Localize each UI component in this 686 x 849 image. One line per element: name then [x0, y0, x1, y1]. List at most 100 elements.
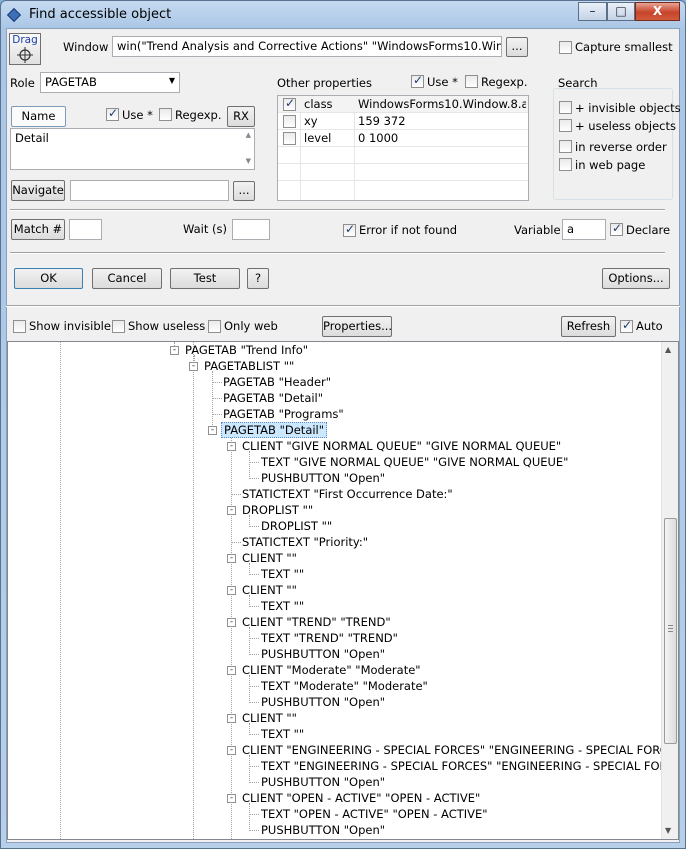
refresh-button[interactable]: Refresh — [561, 316, 616, 337]
name-use-checkbox[interactable] — [106, 106, 119, 121]
collapse-icon[interactable]: - — [227, 442, 236, 451]
capture-smallest-checkbox[interactable] — [559, 41, 572, 54]
show-useless-checkbox[interactable] — [112, 320, 125, 333]
tree-node[interactable]: CLIENT "GIVE NORMAL QUEUE" "GIVE NORMAL … — [242, 438, 561, 454]
tree-node[interactable]: TEXT "" — [261, 726, 304, 742]
properties-grid[interactable]: class WindowsForms10.Window.8.a... xy 15… — [277, 95, 529, 201]
tree-node[interactable]: CLIENT "TREND" "TREND" — [242, 614, 391, 630]
tree-node[interactable]: PUSHBUTTON "Open" — [261, 822, 385, 838]
collapse-icon[interactable]: - — [227, 506, 236, 515]
scrollbar-thumb[interactable] — [664, 518, 677, 744]
search-invisible-checkbox[interactable] — [559, 101, 572, 114]
auto-checkbox[interactable] — [620, 318, 633, 333]
tree-node[interactable]: CLIENT "OPEN - ACTIVE" "OPEN - ACTIVE" — [242, 790, 480, 806]
match-field[interactable] — [69, 219, 102, 240]
tree-branch — [250, 686, 259, 687]
collapse-icon[interactable]: - — [227, 714, 236, 723]
declare-checkbox[interactable] — [610, 221, 623, 236]
collapse-icon[interactable]: - — [208, 426, 217, 435]
tree-node[interactable]: TEXT "" — [261, 598, 304, 614]
navigate-field[interactable] — [70, 180, 229, 201]
window-field[interactable]: win("Trend Analysis and Corrective Actio… — [112, 36, 502, 57]
search-useless-checkbox[interactable] — [559, 119, 572, 132]
window-browse-button[interactable]: ... — [506, 37, 528, 57]
tree-node[interactable]: PUSHBUTTON "Open" — [261, 470, 385, 486]
scroll-down-icon[interactable]: ▼ — [246, 157, 251, 165]
tree-node[interactable]: PAGETAB "Trend Info" — [185, 342, 308, 358]
wait-field[interactable] — [232, 219, 270, 240]
property-row-empty[interactable] — [278, 164, 528, 181]
collapse-icon[interactable]: - — [189, 362, 198, 371]
scroll-up-arrow-icon[interactable]: ▲ — [665, 345, 671, 354]
tree-node[interactable]: PUSHBUTTON "Open" — [261, 646, 385, 662]
properties-button[interactable]: Properties... — [322, 316, 392, 337]
match-button[interactable]: Match # — [11, 219, 65, 240]
tree-node[interactable]: CLIENT "" — [242, 582, 297, 598]
variable-field[interactable]: a — [562, 219, 606, 240]
tree-node[interactable]: CLIENT "ENGINEERING - SPECIAL FORCES" "E… — [242, 742, 678, 758]
options-button[interactable]: Options... — [602, 268, 670, 289]
tree-node[interactable]: TEXT "Moderate" "Moderate" — [261, 678, 428, 694]
property-row[interactable]: class WindowsForms10.Window.8.a... — [278, 96, 528, 113]
tree-node[interactable]: PAGETABLIST "" — [204, 358, 294, 374]
tree-node[interactable]: CLIENT "Moderate" "Moderate" — [242, 662, 421, 678]
tree-node[interactable]: CLIENT "" — [242, 550, 297, 566]
only-web-checkbox[interactable] — [208, 320, 221, 333]
property-row-checkbox[interactable] — [283, 115, 296, 128]
navigate-browse-button[interactable]: ... — [233, 181, 255, 201]
show-invisible-checkbox[interactable] — [13, 320, 26, 333]
ok-button[interactable]: OK — [14, 268, 83, 289]
cancel-button[interactable]: Cancel — [92, 268, 162, 289]
property-row-checkbox[interactable] — [283, 132, 296, 145]
properties-regexp-checkbox[interactable] — [465, 75, 478, 88]
name-button[interactable]: Name — [11, 106, 66, 127]
test-button[interactable]: Test — [170, 268, 240, 289]
tree-node[interactable]: PUSHBUTTON "Open" — [261, 774, 385, 790]
close-button[interactable]: X — [635, 2, 680, 21]
accessible-object-tree[interactable]: - PAGETAB "Trend Info" - PAGETABLIST "" … — [7, 341, 679, 840]
name-regexp-checkbox[interactable] — [159, 108, 172, 121]
title-bar[interactable]: Find accessible object – □ X — [1, 1, 685, 29]
tree-node[interactable]: TEXT "GIVE NORMAL QUEUE" "GIVE NORMAL QU… — [261, 454, 568, 470]
search-reverse-checkbox[interactable] — [559, 140, 572, 153]
tree-node[interactable]: PAGETAB "Header" — [223, 374, 331, 390]
search-web-checkbox[interactable] — [559, 158, 572, 171]
tree-node[interactable]: TEXT "ENGINEERING - SPECIAL FORCES" "ENG… — [261, 758, 678, 774]
collapse-icon[interactable]: - — [170, 346, 179, 355]
scroll-up-icon[interactable]: ▲ — [246, 131, 251, 139]
property-row[interactable]: level 0 1000 — [278, 130, 528, 147]
collapse-icon[interactable]: - — [227, 586, 236, 595]
tree-node[interactable]: DROPLIST "" — [261, 518, 332, 534]
tree-node[interactable]: PAGETAB "Detail" — [223, 390, 323, 406]
tree-node[interactable]: TEXT "OPEN - ACTIVE" "OPEN - ACTIVE" — [261, 806, 488, 822]
tree-node-selected[interactable]: PAGETAB "Detail" — [221, 422, 328, 438]
rx-button[interactable]: RX — [227, 106, 255, 127]
tree-node[interactable]: PAGETAB "Programs" — [223, 406, 344, 422]
collapse-icon[interactable]: - — [227, 554, 236, 563]
scroll-down-arrow-icon[interactable]: ▼ — [665, 826, 671, 835]
properties-use-checkbox[interactable] — [411, 73, 424, 88]
navigate-button[interactable]: Navigate — [11, 180, 65, 201]
tree-node[interactable]: TEXT "TREND" "TREND" — [261, 630, 398, 646]
name-field[interactable]: Detail ▲ ▼ — [10, 128, 255, 170]
collapse-icon[interactable]: - — [227, 746, 236, 755]
collapse-icon[interactable]: - — [227, 794, 236, 803]
tree-node[interactable]: DROPLIST "" — [242, 502, 313, 518]
drag-target-button[interactable]: Drag — [9, 33, 41, 65]
collapse-icon[interactable]: - — [227, 618, 236, 627]
property-row[interactable]: xy 159 372 — [278, 113, 528, 130]
role-dropdown[interactable]: PAGETAB ▼ — [40, 72, 180, 93]
maximize-button[interactable]: □ — [607, 2, 635, 21]
help-button[interactable]: ? — [247, 268, 269, 289]
collapse-icon[interactable]: - — [227, 666, 236, 675]
tree-node[interactable]: TEXT "" — [261, 566, 304, 582]
tree-node[interactable]: PUSHBUTTON "Open" — [261, 694, 385, 710]
tree-vertical-scrollbar[interactable]: ▲ ▼ — [661, 342, 678, 839]
tree-node[interactable]: STATICTEXT "First Occurrence Date:" — [242, 486, 453, 502]
error-if-not-found-checkbox[interactable] — [343, 222, 356, 237]
property-row-empty[interactable] — [278, 147, 528, 164]
property-row-checkbox[interactable] — [283, 96, 296, 111]
tree-node[interactable]: CLIENT "" — [242, 710, 297, 726]
tree-node[interactable]: STATICTEXT "Priority:" — [242, 534, 368, 550]
minimize-button[interactable]: – — [578, 2, 607, 21]
